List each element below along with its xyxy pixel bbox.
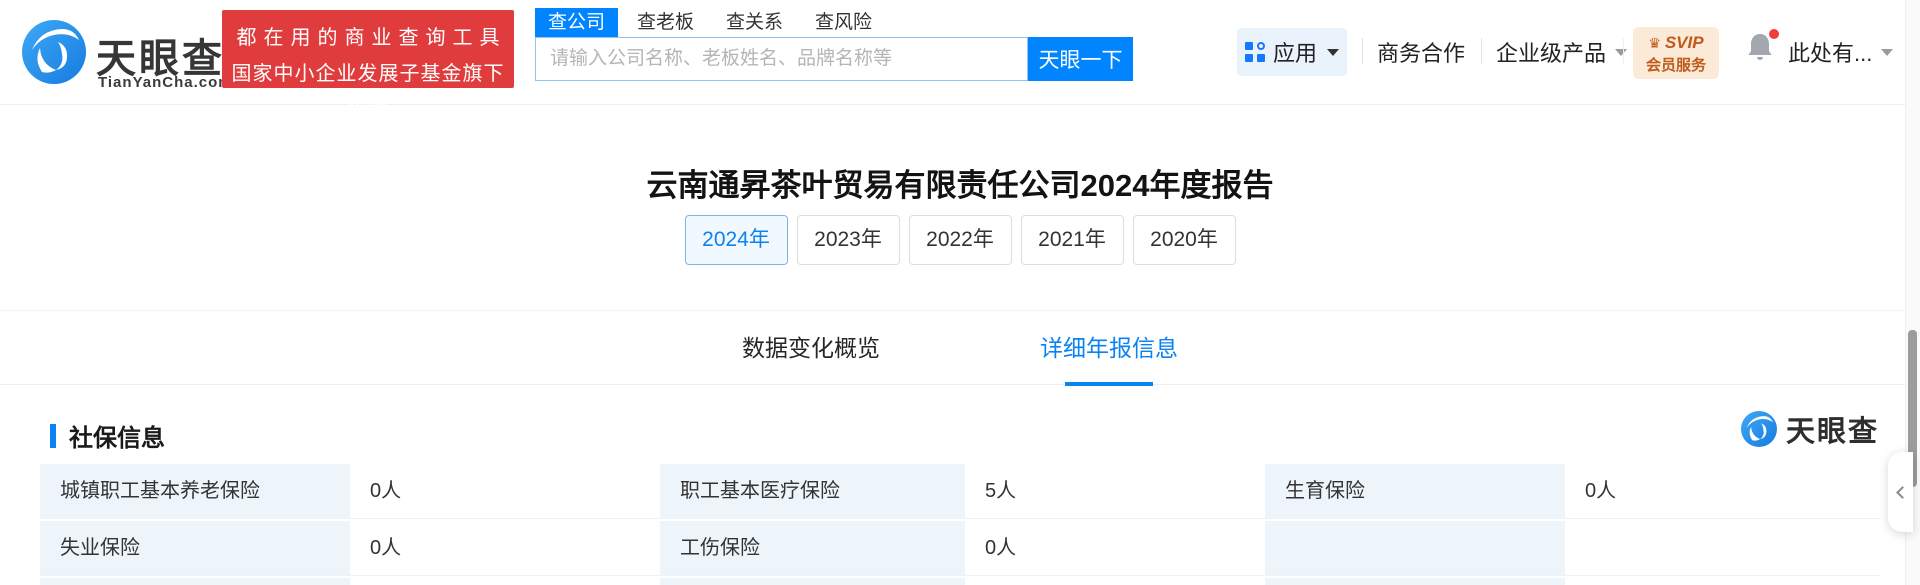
svip-member-badge[interactable]: ♛ SVIP 会员服务 [1633,27,1719,79]
nav-apps-dropdown[interactable]: 应用 [1237,28,1347,76]
search-tab-risk[interactable]: 查风险 [802,8,885,37]
table-value [965,578,1265,585]
table-value: 0人 [965,521,1265,576]
table-value: 0人 [350,464,660,519]
table-label [1265,521,1565,576]
logo-subtitle: TianYanCha.com [98,74,233,91]
search-tab-company[interactable]: 查公司 [535,8,618,37]
chevron-down-icon [1881,49,1893,56]
page-title: 云南通昇茶叶贸易有限责任公司2024年度报告 [0,160,1920,205]
table-label: 工伤保险 [660,521,965,576]
watermark-logo-icon [1741,411,1777,447]
table-value: 5人 [965,464,1265,519]
promo-line1: 都在用的商业查询工具 [222,21,514,50]
table-label: 失业保险 [40,521,350,576]
year-tab-2021[interactable]: 2021年 [1021,215,1124,265]
nav-more-label: 此处有... [1788,36,1872,68]
tab-detailed-report[interactable]: 详细年报信息 [1040,311,1178,386]
search-button[interactable]: 天眼一下 [1028,37,1133,81]
search-tab-relation[interactable]: 查关系 [713,8,796,37]
chevron-down-icon [1327,49,1339,56]
svip-subtitle: 会员服务 [1633,54,1719,75]
table-label: 城镇职工基本养老保险 [40,464,350,519]
notification-dot [1769,29,1779,39]
tianyancha-logo-icon[interactable] [22,20,86,84]
table-row: 失业保险 0人 工伤保险 0人 [40,521,1880,576]
nav-business-cooperation[interactable]: 商务合作 [1377,36,1465,68]
promo-banner: 都在用的商业查询工具 国家中小企业发展子基金旗下机构 [222,10,514,88]
top-header: 天眼查 TianYanCha.com 都在用的商业查询工具 国家中小企业发展子基… [0,0,1920,105]
nav-business-label: 商务合作 [1377,36,1465,68]
year-tab-2020[interactable]: 2020年 [1133,215,1236,265]
svip-title: ♛ SVIP [1633,33,1719,53]
page: 天眼查 TianYanCha.com 都在用的商业查询工具 国家中小企业发展子基… [0,0,1920,585]
table-label [660,578,965,585]
table-row: 城镇职工基本养老保险 0人 职工基本医疗保险 5人 生育保险 0人 [40,464,1880,519]
nav-divider [1362,38,1363,64]
table-value [1565,521,1880,576]
year-tabs: 2024年 2023年 2022年 2021年 2020年 [0,215,1920,265]
chevron-down-icon [1615,49,1627,56]
table-value [350,578,660,585]
watermark-logo-text: 天眼查 [1786,408,1879,450]
table-value: 0人 [1565,464,1880,519]
year-tab-2023[interactable]: 2023年 [797,215,900,265]
side-panel-toggle[interactable] [1888,452,1913,532]
section-header: 社保信息 [50,418,165,453]
section-title: 社保信息 [69,418,165,453]
table-row-clipped [40,578,1880,585]
section-accent-bar [50,424,56,448]
apps-grid-icon [1245,42,1265,62]
table-value: 0人 [350,521,660,576]
promo-line2: 国家中小企业发展子基金旗下机构 [222,57,514,115]
logo-swirl-icon [22,20,86,84]
social-insurance-section: 社保信息 天眼查 城镇职工基本养老保险 0人 职工基本医疗保险 5人 生育保险 [0,386,1905,585]
nav-enterprise-products[interactable]: 企业级产品 [1496,36,1627,68]
table-label: 生育保险 [1265,464,1565,519]
nav-more-dropdown[interactable]: 此处有... [1788,36,1893,68]
search-tabs: 查公司 查老板 查关系 查风险 [535,8,891,37]
table-value [1565,578,1880,585]
nav-divider [1481,38,1482,64]
tab-data-overview[interactable]: 数据变化概览 [742,311,880,386]
nav-apps-label: 应用 [1273,36,1317,68]
search-input[interactable] [535,37,1028,81]
table-label: 职工基本医疗保险 [660,464,965,519]
year-tab-2024[interactable]: 2024年 [685,215,788,265]
nav-divider [1623,38,1624,64]
notification-bell[interactable] [1747,32,1777,66]
nav-enterprise-label: 企业级产品 [1496,36,1606,68]
table-label [1265,578,1565,585]
search-tab-boss[interactable]: 查老板 [624,8,707,37]
social-insurance-table: 城镇职工基本养老保险 0人 职工基本医疗保险 5人 生育保险 0人 失业保险 0… [40,464,1880,585]
report-tab-bar: 数据变化概览 详细年报信息 [0,310,1920,385]
chevron-left-icon [1896,486,1909,499]
watermark-logo: 天眼查 [1741,408,1879,450]
year-tab-2022[interactable]: 2022年 [909,215,1012,265]
crown-icon: ♛ [1648,35,1664,51]
table-label [40,578,350,585]
